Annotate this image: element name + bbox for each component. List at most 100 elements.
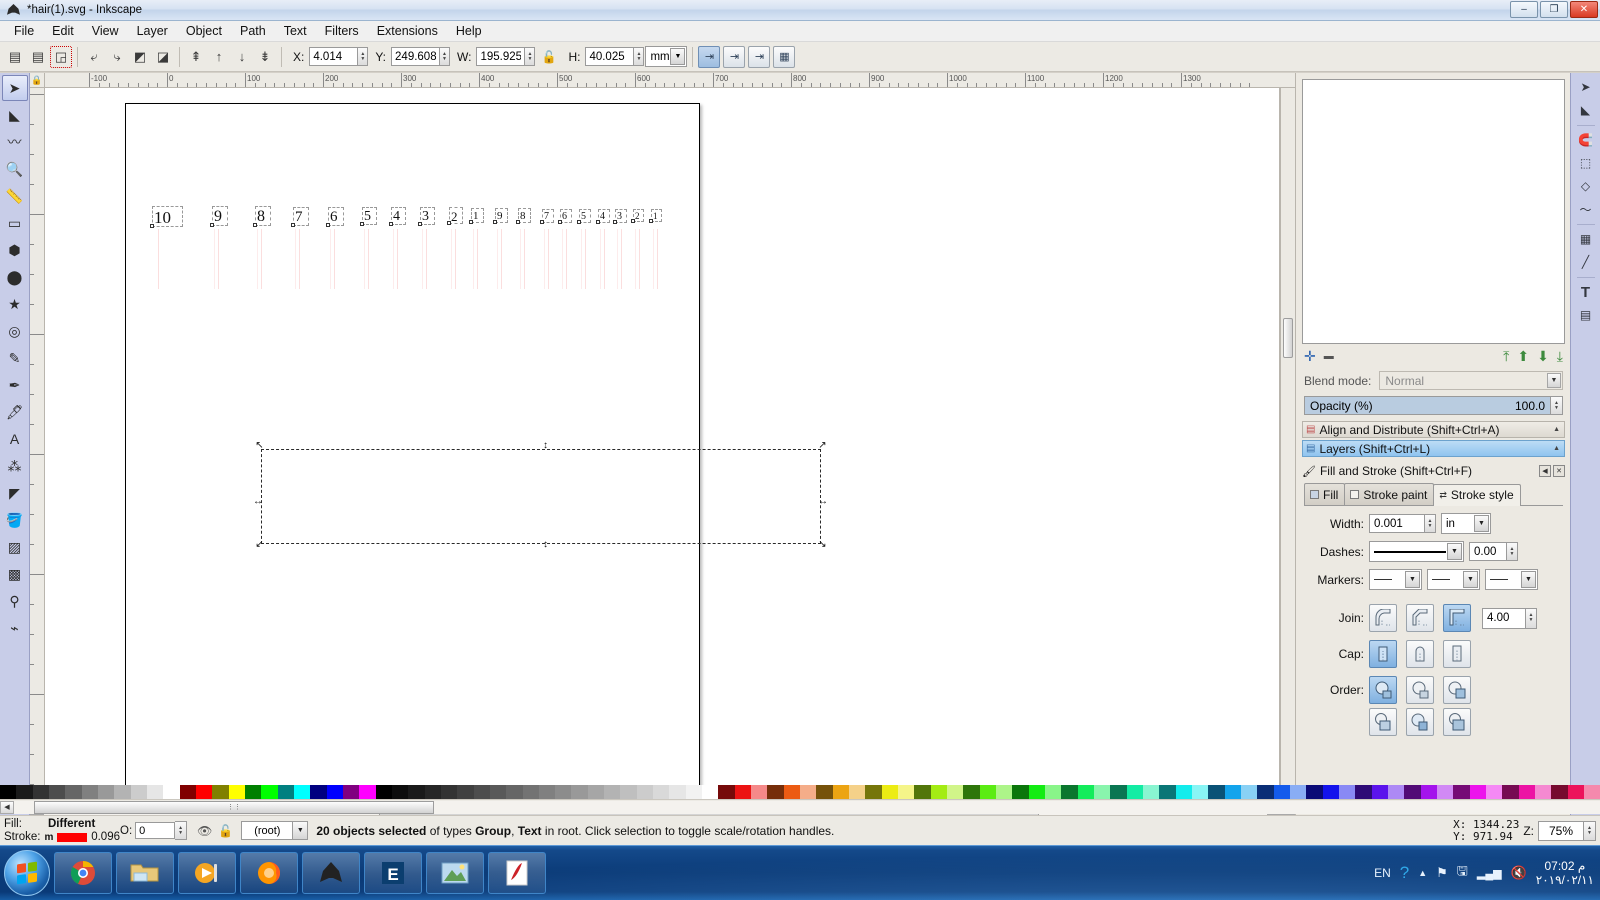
palette-color-swatch[interactable] xyxy=(930,785,948,799)
object-anchor-node[interactable] xyxy=(558,219,562,224)
palette-color-swatch[interactable] xyxy=(702,785,719,799)
palette-color-swatch[interactable] xyxy=(1371,785,1388,799)
add-layer-icon[interactable]: ✛ xyxy=(1304,348,1316,365)
star-tool[interactable]: ★ xyxy=(2,291,28,317)
h-input[interactable] xyxy=(585,47,634,66)
chrome-taskbar-icon[interactable] xyxy=(54,852,112,894)
drawing-canvas[interactable]: ↖ ↕ ↗ ↔ ↔ ↙ ↕ ↘ 10 9 8 7 6 5 4 3 2 1 9 8 7 6 5 4 3 2 1 xyxy=(45,88,1280,800)
palette-color-swatch[interactable] xyxy=(0,785,17,799)
palette-color-swatch[interactable] xyxy=(767,785,784,799)
lower-icon[interactable]: ↓ xyxy=(231,46,253,68)
menu-extensions[interactable]: Extensions xyxy=(368,22,447,40)
palette-color-swatch[interactable] xyxy=(1567,785,1584,799)
menu-text[interactable]: Text xyxy=(275,22,316,40)
maximize-button[interactable]: ❐ xyxy=(1540,1,1568,18)
palette-color-swatch[interactable] xyxy=(522,785,539,799)
palette-color-swatch[interactable] xyxy=(97,785,115,799)
w-field[interactable]: ▲▼ xyxy=(476,47,536,66)
lower-layer-icon[interactable]: ⬇ xyxy=(1537,348,1549,365)
palette-color-swatch[interactable] xyxy=(898,785,915,799)
layer-to-bottom-icon[interactable]: ⤓ xyxy=(1557,348,1563,365)
volume-muted-icon[interactable]: 🔇 xyxy=(1511,865,1527,881)
palette-color-swatch[interactable] xyxy=(1289,785,1307,799)
dash-offset-spinner[interactable]: ▲ ▼ xyxy=(1507,542,1518,561)
palette-color-swatch[interactable] xyxy=(375,785,392,799)
palette-color-swatch[interactable] xyxy=(114,785,131,799)
rectangle-tool[interactable]: ▭ xyxy=(2,210,28,236)
panel-align-and-distribute[interactable]: ▤ Align and Distribute (Shift+Ctrl+A) ▲ xyxy=(1302,421,1565,438)
inkscape-taskbar-icon[interactable] xyxy=(302,852,360,894)
chevron-up-icon[interactable]: ▲ xyxy=(1553,445,1560,452)
snap-path-icon[interactable]: 〜 xyxy=(1574,198,1598,220)
file-explorer-taskbar-icon[interactable] xyxy=(116,852,174,894)
palette-color-swatch[interactable] xyxy=(1534,785,1552,799)
selector-shortcut-icon[interactable]: ➤ xyxy=(1574,76,1598,98)
palette-color-swatch[interactable] xyxy=(1077,785,1094,799)
object-anchor-node[interactable] xyxy=(577,219,581,224)
order-markers-stroke-fill-button[interactable] xyxy=(1406,708,1434,736)
palette-color-swatch[interactable] xyxy=(1224,785,1241,799)
x-spinner[interactable]: ▲ ▼ xyxy=(357,47,369,66)
palette-color-swatch[interactable] xyxy=(293,785,311,799)
palette-color-swatch[interactable] xyxy=(65,785,82,799)
menu-help[interactable]: Help xyxy=(447,22,491,40)
palette-color-swatch[interactable] xyxy=(1273,785,1290,799)
rotate-90-cw-icon[interactable]: ⤷ xyxy=(106,46,128,68)
spray-tool[interactable]: ⁂ xyxy=(2,453,28,479)
palette-color-swatch[interactable] xyxy=(163,785,180,799)
palette-color-swatch[interactable] xyxy=(685,785,703,799)
chevron-down-icon[interactable]: ▼ xyxy=(1447,543,1462,560)
object-anchor-node[interactable] xyxy=(447,221,451,226)
palette-color-swatch[interactable] xyxy=(1191,785,1209,799)
palette-color-swatch[interactable] xyxy=(326,785,343,799)
palette-color-swatch[interactable] xyxy=(587,785,605,799)
object-anchor-node[interactable] xyxy=(253,223,257,228)
object-anchor-node[interactable] xyxy=(389,222,393,227)
zoom-spinner[interactable]: ▲ ▼ xyxy=(1584,820,1596,841)
palette-color-swatch[interactable] xyxy=(16,785,33,799)
document-properties-icon[interactable]: ▤ xyxy=(4,46,26,68)
selection-handle-sw[interactable]: ↙ xyxy=(255,540,264,550)
eye-icon[interactable]: 👁 xyxy=(197,824,212,838)
stroke-width-value[interactable]: 0.001 xyxy=(1369,514,1425,533)
connector-tool[interactable]: ⌁ xyxy=(2,615,28,641)
join-bevel-button[interactable] xyxy=(1406,604,1434,632)
mid-marker-select[interactable]: ▼ xyxy=(1427,569,1480,590)
palette-color-swatch[interactable] xyxy=(669,785,686,799)
stroke-width-unit-select[interactable]: in ▼ xyxy=(1441,513,1491,534)
close-button[interactable]: ✕ xyxy=(1570,1,1598,18)
remove-layer-icon[interactable]: ▬ xyxy=(1324,351,1334,362)
object-anchor-node[interactable] xyxy=(613,219,617,224)
selection-handle-e[interactable]: ↔ xyxy=(818,496,828,506)
selection-preview-icon[interactable]: ◲ xyxy=(50,45,72,68)
palette-color-swatch[interactable] xyxy=(359,785,376,799)
vertical-scroll-thumb[interactable] xyxy=(1283,318,1293,358)
measure-tool[interactable]: 📏 xyxy=(2,183,28,209)
layers-list-preview[interactable] xyxy=(1302,79,1565,344)
mesh-tool[interactable]: ▩ xyxy=(2,561,28,587)
selection-handle-se[interactable]: ↘ xyxy=(818,540,827,550)
palette-color-swatch[interactable] xyxy=(1012,785,1029,799)
media-player-taskbar-icon[interactable] xyxy=(178,852,236,894)
object-anchor-node[interactable] xyxy=(360,222,364,227)
palette-color-swatch[interactable] xyxy=(228,785,245,799)
palette-color-swatch[interactable] xyxy=(1142,785,1160,799)
palette-color-swatch[interactable] xyxy=(653,785,670,799)
bucket-tool[interactable]: 🪣 xyxy=(2,507,28,533)
show-hidden-icons-icon[interactable]: ▲ xyxy=(1418,868,1427,878)
fill-indicator[interactable]: Fill: Different xyxy=(4,818,120,831)
zoom-control[interactable]: 75% ▲ ▼ xyxy=(1538,820,1596,841)
palette-color-swatch[interactable] xyxy=(391,785,409,799)
palette-scrollbar[interactable]: ◀ ⋮⋮ xyxy=(0,799,1600,814)
selection-handle-s[interactable]: ↕ xyxy=(541,540,550,550)
xml-editor-icon[interactable]: ▤ xyxy=(1574,304,1598,326)
dropper-tool[interactable]: ⚲ xyxy=(2,588,28,614)
tweak-tool[interactable]: 〰 xyxy=(2,129,28,155)
palette-color-swatch[interactable] xyxy=(1093,785,1111,799)
h-field[interactable]: ▲▼ xyxy=(585,47,645,66)
selection-bounding-box[interactable]: ↖ ↕ ↗ ↔ ↔ ↙ ↕ ↘ xyxy=(253,441,828,550)
raise-layer-icon[interactable]: ⬆ xyxy=(1517,348,1529,365)
vertical-scrollbar[interactable] xyxy=(1280,88,1295,800)
w-spinner[interactable]: ▲ ▼ xyxy=(524,47,536,66)
network-flag-icon[interactable]: ⚑ xyxy=(1436,865,1448,881)
